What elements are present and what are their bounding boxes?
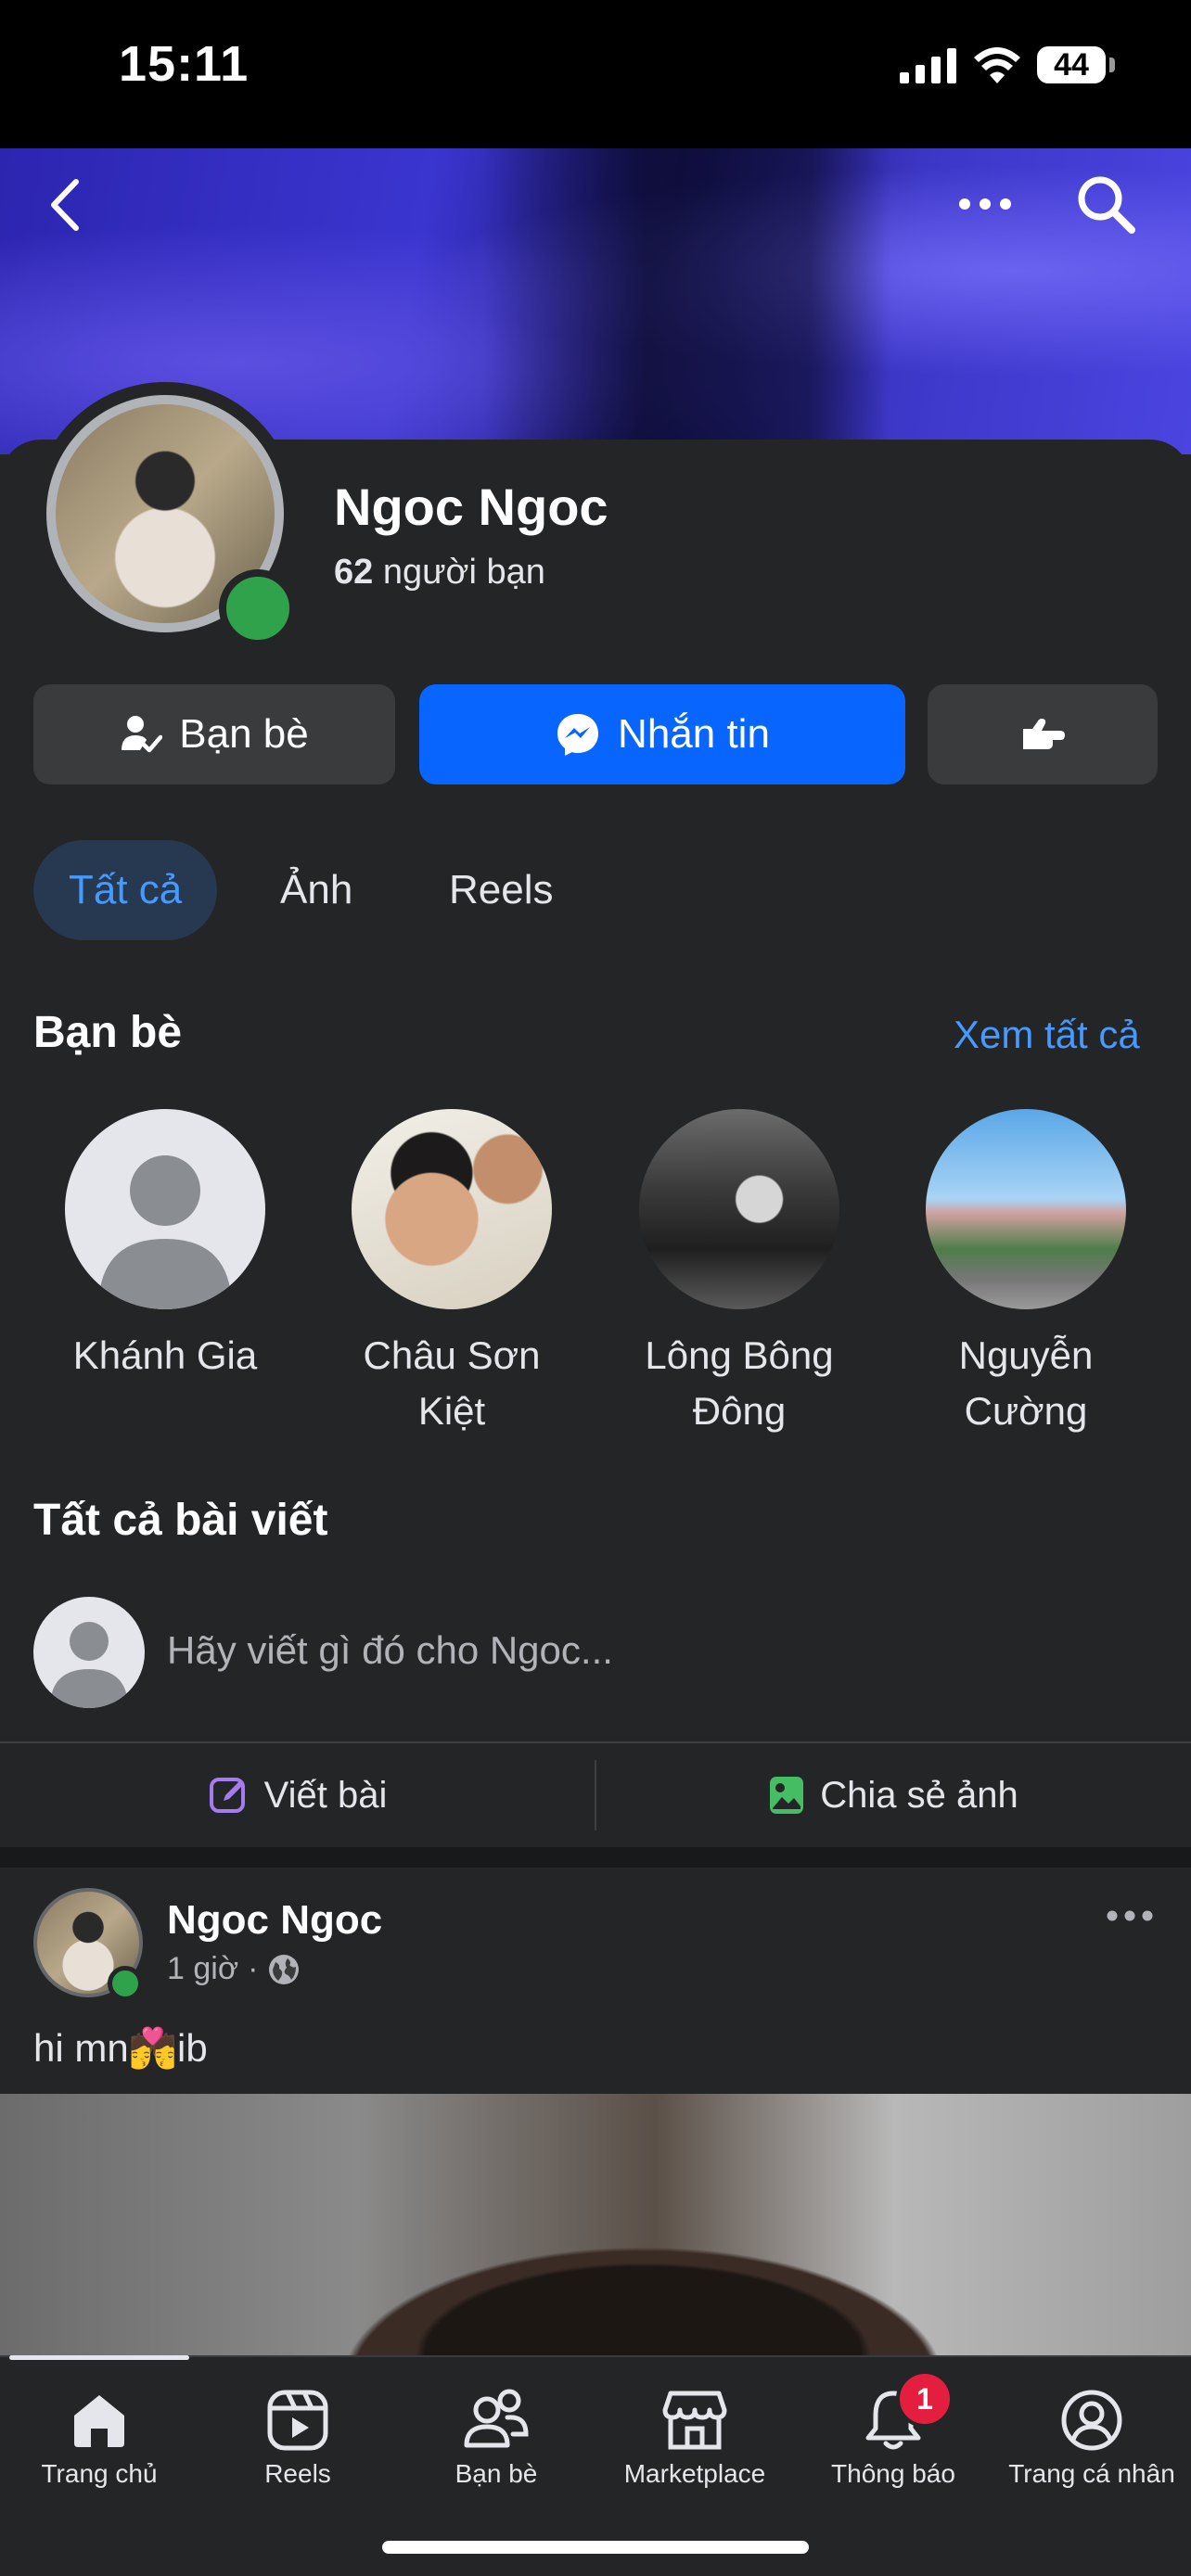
section-separator bbox=[0, 1847, 1191, 1868]
friend-card[interactable]: Nguyễn Cường bbox=[905, 1109, 1146, 1439]
nav-label: Marketplace bbox=[623, 2459, 766, 2488]
friend-check-icon bbox=[122, 716, 163, 753]
default-user-icon bbox=[50, 1622, 128, 1708]
message-button[interactable]: Nhắn tin bbox=[419, 684, 905, 784]
friends-button-label: Bạn bè bbox=[179, 711, 309, 757]
nav-label: Trang cá nhân bbox=[1008, 2459, 1175, 2488]
nav-label: Reels bbox=[264, 2459, 331, 2488]
friend-name: Nguyễn Cường bbox=[958, 1333, 1094, 1433]
friend-avatar bbox=[639, 1109, 839, 1309]
share-photo-label: Chia sẻ ảnh bbox=[820, 1774, 1018, 1816]
edit-icon bbox=[209, 1778, 245, 1813]
message-button-label: Nhắn tin bbox=[618, 711, 770, 757]
reels-icon bbox=[267, 2390, 328, 2451]
post-more-icon[interactable] bbox=[1106, 1908, 1154, 1923]
messenger-icon bbox=[557, 714, 599, 756]
friend-count-number: 62 bbox=[334, 553, 374, 592]
friend-count-suffix: người bạn bbox=[382, 553, 545, 592]
tab-all[interactable]: Tất cả bbox=[33, 840, 218, 940]
friend-avatar bbox=[926, 1109, 1126, 1309]
post-author-name[interactable]: Ngoc Ngoc bbox=[167, 1897, 382, 1944]
poke-hand-icon bbox=[1023, 719, 1065, 749]
photo-icon bbox=[770, 1777, 804, 1814]
nav-home[interactable]: Trang chủ bbox=[0, 2381, 198, 2489]
search-icon[interactable] bbox=[1076, 174, 1137, 236]
battery-indicator: 44 bbox=[1037, 46, 1106, 83]
nav-friends[interactable]: Bạn bè bbox=[397, 2381, 596, 2489]
home-icon bbox=[74, 2395, 124, 2447]
friend-name: Châu Sơn Kiệt bbox=[363, 1333, 541, 1433]
more-options-icon[interactable] bbox=[957, 195, 1013, 213]
signal-icon bbox=[900, 48, 956, 83]
profile-name: Ngoc Ngoc bbox=[334, 478, 608, 536]
marketplace-icon bbox=[662, 2391, 727, 2450]
friend-name: Lông Bông Đông bbox=[645, 1333, 834, 1433]
share-photo-button[interactable]: Chia sẻ ảnh bbox=[596, 1743, 1191, 1847]
back-icon[interactable] bbox=[46, 176, 83, 234]
write-post-button[interactable]: Viết bài bbox=[0, 1743, 596, 1847]
friend-card[interactable]: Lông Bông Đông bbox=[619, 1109, 860, 1439]
kiss-emoji: 💏 bbox=[128, 2025, 177, 2071]
home-indicator bbox=[382, 2541, 809, 2554]
nav-label: Bạn bè bbox=[455, 2459, 538, 2488]
nav-label: Thông báo bbox=[831, 2459, 955, 2488]
tab-reels[interactable]: Reels bbox=[414, 840, 589, 940]
post-online-dot bbox=[108, 1966, 143, 2001]
nav-profile[interactable]: Trang cá nhân bbox=[992, 2381, 1191, 2489]
friend-card[interactable]: Khánh Gia bbox=[45, 1109, 286, 1384]
nav-marketplace[interactable]: Marketplace bbox=[596, 2381, 794, 2489]
globe-icon bbox=[269, 1954, 300, 1984]
post-text: hi mn💏ib bbox=[33, 2025, 208, 2072]
friend-name: Khánh Gia bbox=[72, 1333, 258, 1377]
post-time[interactable]: 1 giờ bbox=[167, 1951, 238, 1987]
nav-label: Trang chủ bbox=[41, 2459, 158, 2488]
status-time: 15:11 bbox=[119, 36, 250, 92]
friend-count[interactable]: 62 người bạn bbox=[334, 553, 545, 593]
notification-badge: 1 bbox=[896, 2370, 954, 2428]
friend-card[interactable]: Châu Sơn Kiệt bbox=[331, 1109, 572, 1439]
battery-tip bbox=[1109, 57, 1115, 72]
posts-section-title: Tất cả bài viết bbox=[33, 1496, 328, 1545]
post-text-start: hi mn bbox=[33, 2026, 129, 2070]
post-text-end: ib bbox=[177, 2026, 208, 2070]
composer-input[interactable]: Hãy viết gì đó cho Ngoc... bbox=[167, 1628, 613, 1673]
wifi-icon bbox=[974, 47, 1020, 83]
active-tab-indicator bbox=[9, 2355, 189, 2360]
composer-avatar bbox=[33, 1597, 145, 1708]
poke-button[interactable] bbox=[928, 684, 1158, 784]
friends-button[interactable]: Bạn bè bbox=[33, 684, 395, 784]
see-all-friends-link[interactable]: Xem tất cả bbox=[954, 1013, 1140, 1057]
profile-icon bbox=[1061, 2390, 1122, 2451]
nav-notifications[interactable]: Thông báo bbox=[794, 2381, 992, 2489]
default-user-icon bbox=[98, 1155, 232, 1309]
nav-reels[interactable]: Reels bbox=[198, 2381, 397, 2489]
meta-separator: · bbox=[248, 1951, 259, 1986]
friend-avatar-placeholder bbox=[65, 1109, 265, 1309]
cover-shadow bbox=[482, 148, 890, 454]
tab-photos[interactable]: Ảnh bbox=[245, 840, 388, 940]
friend-avatar bbox=[352, 1109, 552, 1309]
friends-icon bbox=[464, 2389, 529, 2448]
online-status-dot bbox=[219, 569, 297, 647]
post-image[interactable] bbox=[0, 2094, 1191, 2355]
write-post-label: Viết bài bbox=[263, 1774, 388, 1816]
post-meta: 1 giờ · bbox=[167, 1951, 301, 1987]
friends-section-title: Bạn bè bbox=[33, 1008, 183, 1057]
